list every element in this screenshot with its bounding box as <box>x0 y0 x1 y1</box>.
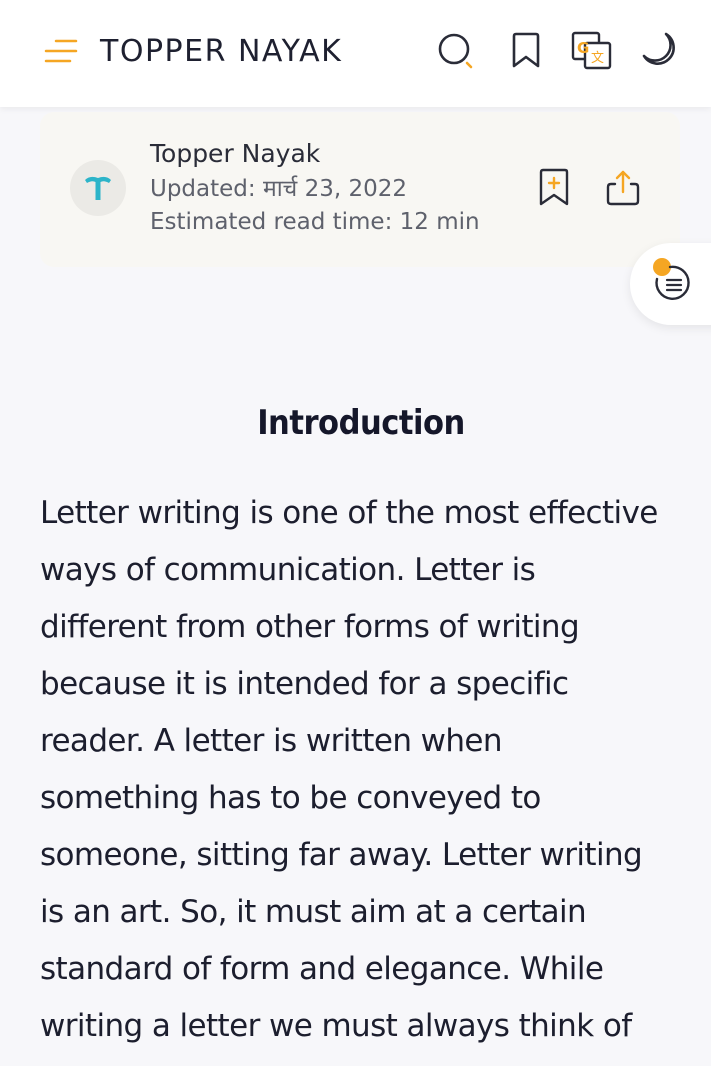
section-heading: Introduction <box>257 403 465 444</box>
paragraph-line: different from other forms of writing <box>40 609 580 645</box>
paragraph-line: ways of communication. Letter is <box>40 552 536 588</box>
topper-nayak-logo-icon <box>85 176 111 200</box>
paragraph-line: someone, sitting far away. Letter writin… <box>40 837 643 873</box>
search-icon[interactable] <box>436 30 476 70</box>
paragraph-line: because it is intended for a specific <box>40 666 569 702</box>
paragraph-line: writing a letter we must always think of <box>40 1008 632 1044</box>
bookmark-icon[interactable] <box>506 30 546 70</box>
table-of-contents-button[interactable] <box>630 243 711 325</box>
svg-text:G: G <box>577 39 589 57</box>
add-bookmark-icon[interactable] <box>536 168 572 208</box>
paragraph-line: is an art. So, it must aim at a certain <box>40 894 587 930</box>
menu-icon[interactable] <box>42 36 78 66</box>
top-navigation-bar: TOPPER NAYAK G 文 <box>0 0 711 107</box>
svg-text:文: 文 <box>591 51 604 66</box>
estimated-read-time: Estimated read time: 12 min <box>150 209 480 235</box>
article-paragraph: Letter writing is one of the most effect… <box>40 485 690 1055</box>
paragraph-line: reader. A letter is written when <box>40 723 503 759</box>
author-avatar[interactable] <box>70 160 126 216</box>
dark-mode-icon[interactable] <box>640 30 680 70</box>
site-title[interactable]: TOPPER NAYAK <box>100 32 342 72</box>
share-icon[interactable] <box>603 168 643 208</box>
paragraph-line: something has to be conveyed to <box>40 780 541 816</box>
paragraph-line: Letter writing is one of the most effect… <box>40 495 658 531</box>
table-of-contents-icon <box>653 258 690 300</box>
paragraph-line: standard of form and elegance. While <box>40 951 604 987</box>
author-name[interactable]: Topper Nayak <box>150 138 320 170</box>
updated-date: Updated: मार्च 23, 2022 <box>150 176 408 202</box>
translate-icon[interactable]: G 文 <box>571 30 612 70</box>
